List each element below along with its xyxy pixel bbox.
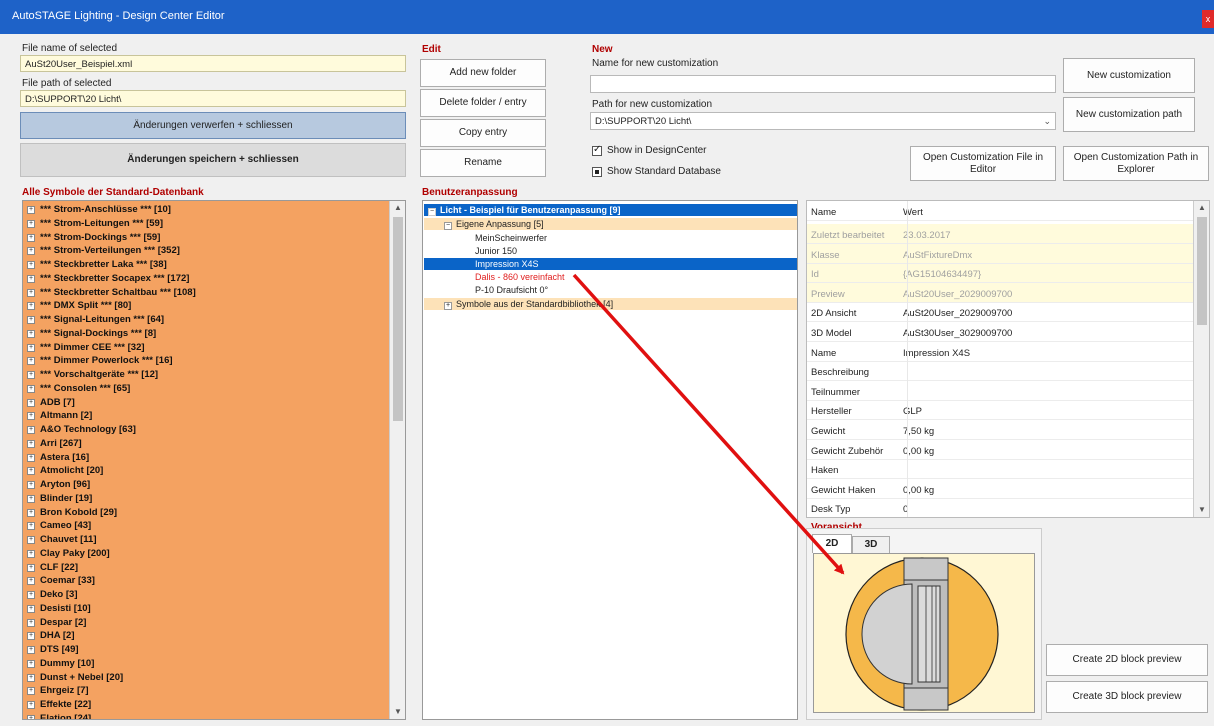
annotation-arrow — [572, 273, 845, 575]
